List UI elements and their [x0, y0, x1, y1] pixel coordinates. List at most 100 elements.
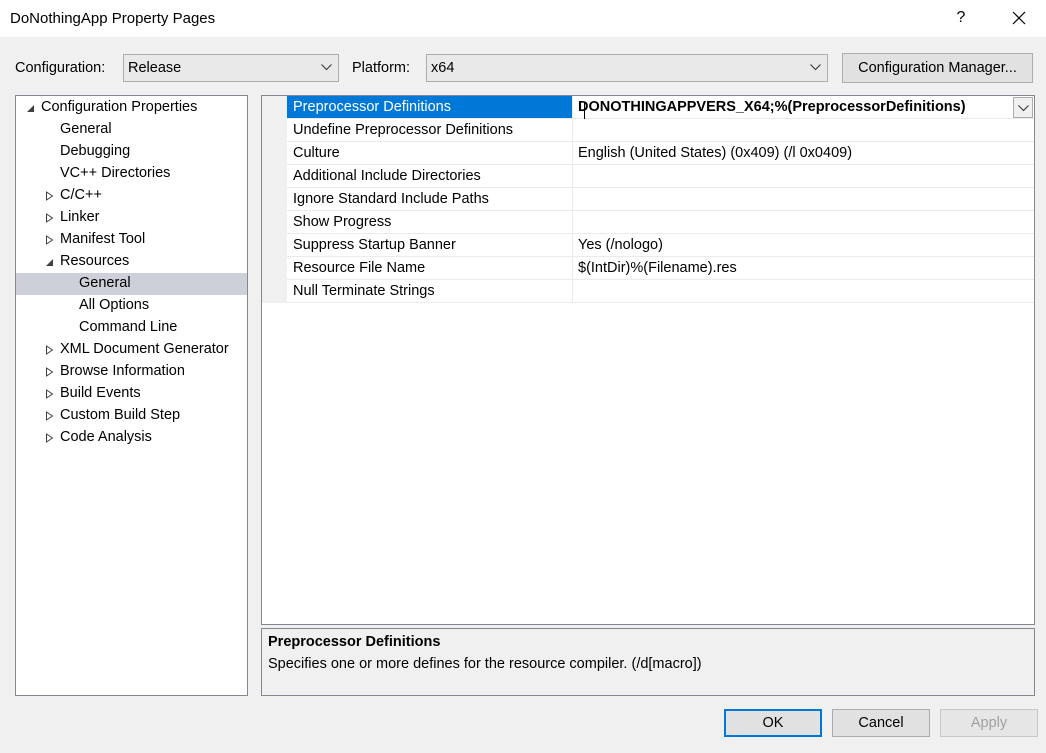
property-name-cell[interactable]: Resource File Name: [287, 257, 573, 279]
tree-item-label: Linker: [60, 209, 100, 225]
collapsed-triangle-icon[interactable]: [45, 433, 54, 443]
value-dropdown-button[interactable]: [1013, 97, 1033, 118]
ok-button[interactable]: OK: [724, 709, 822, 737]
property-name: Additional Include Directories: [293, 168, 481, 184]
title-bar: DoNothingApp Property Pages ?: [0, 0, 1046, 37]
property-value-cell[interactable]: English (United States) (0x409) (/l 0x04…: [573, 142, 1034, 164]
property-value: $(IntDir)%(Filename).res: [578, 260, 737, 276]
tree-item[interactable]: All Options: [16, 295, 247, 317]
property-name-cell[interactable]: Preprocessor Definitions: [287, 96, 573, 118]
property-value-cell[interactable]: [573, 280, 1034, 302]
tree-item[interactable]: General: [16, 273, 247, 295]
tree-item[interactable]: Browse Information: [16, 361, 247, 383]
tree-item[interactable]: Command Line: [16, 317, 247, 339]
property-name-cell[interactable]: Additional Include Directories: [287, 165, 573, 187]
property-name-cell[interactable]: Ignore Standard Include Paths: [287, 188, 573, 210]
help-button[interactable]: ?: [955, 9, 967, 27]
tree-item-label: Command Line: [79, 319, 178, 335]
property-row[interactable]: Undefine Preprocessor Definitions: [287, 119, 1034, 142]
configuration-manager-button[interactable]: Configuration Manager...: [842, 53, 1033, 83]
tree-item[interactable]: C/C++: [16, 185, 247, 207]
description-title: Preprocessor Definitions: [268, 634, 441, 650]
configuration-label: Configuration:: [15, 60, 106, 76]
tree-item[interactable]: VC++ Directories: [16, 163, 247, 185]
property-name: Ignore Standard Include Paths: [293, 191, 489, 207]
close-icon: [1012, 11, 1026, 25]
property-value-cell[interactable]: [573, 188, 1034, 210]
tree-item-label: General: [60, 121, 112, 137]
tree-item[interactable]: Resources: [16, 251, 247, 273]
property-value-cell[interactable]: [573, 211, 1034, 233]
window-title: DoNothingApp Property Pages: [10, 10, 216, 27]
close-button[interactable]: [1004, 3, 1034, 33]
description-panel: Preprocessor Definitions Specifies one o…: [261, 628, 1035, 696]
property-value[interactable]: DONOTHINGAPPVERS_X64;%(PreprocessorDefin…: [578, 99, 966, 119]
property-value-cell[interactable]: DONOTHINGAPPVERS_X64;%(PreprocessorDefin…: [573, 96, 1034, 119]
property-row[interactable]: Preprocessor Definitions DONOTHINGAPPVERS…: [287, 96, 1034, 119]
platform-value: x64: [431, 60, 455, 76]
property-row[interactable]: Suppress Startup Banner Yes (/nologo): [287, 234, 1034, 257]
property-value-cell[interactable]: [573, 119, 1034, 141]
apply-button[interactable]: Apply: [940, 709, 1038, 737]
chevron-down-icon: [1018, 105, 1029, 112]
collapsed-triangle-icon[interactable]: [45, 411, 54, 421]
tree-item-label: General: [79, 275, 131, 291]
tree-item[interactable]: XML Document Generator: [16, 339, 247, 361]
tree-item-label: Code Analysis: [60, 429, 152, 445]
tree-item[interactable]: Code Analysis: [16, 427, 247, 449]
property-name-cell[interactable]: Culture: [287, 142, 573, 164]
property-row[interactable]: Show Progress: [287, 211, 1034, 234]
expanded-triangle-icon[interactable]: [26, 103, 35, 113]
property-row[interactable]: Ignore Standard Include Paths: [287, 188, 1034, 211]
grid-gutter: [262, 96, 287, 303]
collapsed-triangle-icon[interactable]: [45, 191, 54, 201]
tree-item[interactable]: General: [16, 119, 247, 141]
property-row[interactable]: Resource File Name $(IntDir)%(Filename).r…: [287, 257, 1034, 280]
cancel-button[interactable]: Cancel: [832, 709, 930, 737]
property-name-cell[interactable]: Show Progress: [287, 211, 573, 233]
tree-item[interactable]: Debugging: [16, 141, 247, 163]
property-value-cell[interactable]: $(IntDir)%(Filename).res: [573, 257, 1034, 279]
tree-item[interactable]: Linker: [16, 207, 247, 229]
platform-dropdown[interactable]: x64: [426, 54, 828, 82]
property-grid[interactable]: Preprocessor Definitions DONOTHINGAPPVERS…: [261, 95, 1035, 625]
tree-item-label: Custom Build Step: [60, 407, 181, 423]
collapsed-triangle-icon[interactable]: [45, 213, 54, 223]
tree-item-label: VC++ Directories: [60, 165, 171, 181]
property-name-cell[interactable]: Suppress Startup Banner: [287, 234, 573, 256]
property-value: Yes (/nologo): [578, 237, 663, 253]
chevron-down-icon: [321, 64, 332, 71]
property-row[interactable]: Culture English (United States) (0x409) (…: [287, 142, 1034, 165]
tree-item[interactable]: Build Events: [16, 383, 247, 405]
property-value: English (United States) (0x409) (/l 0x04…: [578, 145, 853, 161]
property-row[interactable]: Additional Include Directories: [287, 165, 1034, 188]
tree-item[interactable]: Configuration Properties: [16, 97, 247, 119]
property-name: Culture: [293, 145, 340, 161]
collapsed-triangle-icon[interactable]: [45, 389, 54, 399]
property-name-cell[interactable]: Undefine Preprocessor Definitions: [287, 119, 573, 141]
property-value-cell[interactable]: [573, 165, 1034, 187]
collapsed-triangle-icon[interactable]: [45, 345, 54, 355]
property-name: Undefine Preprocessor Definitions: [293, 122, 514, 138]
property-name: Show Progress: [293, 214, 392, 230]
tree-item[interactable]: Manifest Tool: [16, 229, 247, 251]
property-name-cell[interactable]: Null Terminate Strings: [287, 280, 573, 302]
text-caret: [584, 102, 585, 119]
property-tree[interactable]: Configuration Properties General Debugging…: [15, 95, 248, 696]
tree-item-label: All Options: [79, 297, 150, 313]
configuration-dropdown[interactable]: Release: [123, 54, 339, 82]
property-name: Preprocessor Definitions: [293, 99, 451, 115]
property-row[interactable]: Null Terminate Strings: [287, 280, 1034, 303]
property-value-cell[interactable]: Yes (/nologo): [573, 234, 1034, 256]
expanded-triangle-icon[interactable]: [45, 257, 54, 267]
description-text: Specifies one or more defines for the re…: [268, 656, 702, 672]
collapsed-triangle-icon[interactable]: [45, 235, 54, 245]
property-name: Resource File Name: [293, 260, 426, 276]
tree-item-label: Build Events: [60, 385, 141, 401]
platform-label: Platform:: [352, 60, 411, 76]
collapsed-triangle-icon[interactable]: [45, 367, 54, 377]
configuration-value: Release: [128, 60, 182, 76]
property-name: Null Terminate Strings: [293, 283, 435, 299]
tree-item[interactable]: Custom Build Step: [16, 405, 247, 427]
tree-item-label: Manifest Tool: [60, 231, 146, 247]
